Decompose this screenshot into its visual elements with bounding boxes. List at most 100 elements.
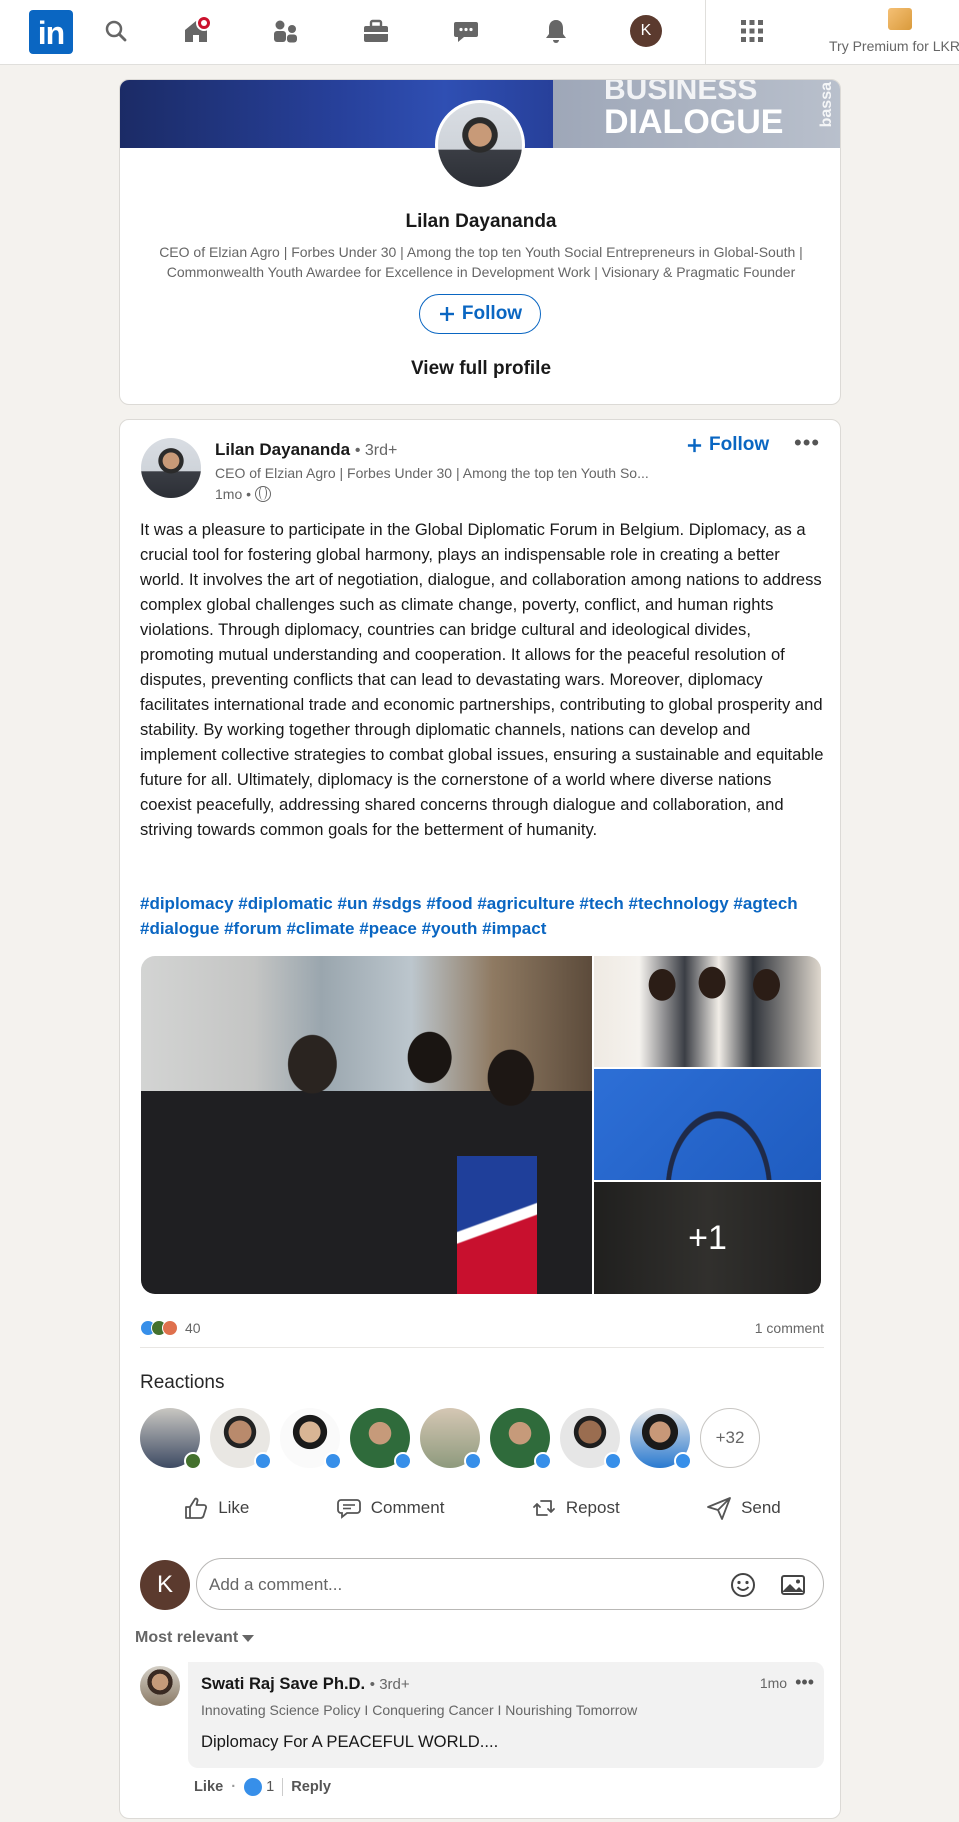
author-headline: CEO of Elzian Agro | Forbes Under 30 | A… <box>215 465 649 481</box>
notification-badge <box>196 15 212 31</box>
profile-follow-button[interactable]: Follow <box>419 294 541 334</box>
jobs-icon[interactable] <box>359 14 393 48</box>
author-avatar[interactable] <box>141 438 201 498</box>
commenter-avatar[interactable] <box>140 1666 180 1706</box>
hashtag-link[interactable]: #impact <box>482 919 546 938</box>
hashtag-link[interactable]: #peace <box>359 919 417 938</box>
like-badge-icon <box>254 1452 272 1470</box>
comment-box[interactable] <box>196 1558 824 1610</box>
post-image-main[interactable] <box>141 956 592 1294</box>
messaging-icon[interactable] <box>449 14 483 48</box>
comment-more-icon[interactable]: ••• <box>795 1672 814 1693</box>
profile-avatar[interactable] <box>435 100 525 190</box>
profile-headline: CEO of Elzian Agro | Forbes Under 30 | A… <box>159 244 803 280</box>
celebrate-badge-icon <box>184 1452 202 1470</box>
plus-icon <box>439 307 454 321</box>
comment-like-button[interactable]: Like <box>194 1779 223 1795</box>
profile-name[interactable]: Lilan Dayananda <box>120 211 840 233</box>
hashtag-list: #diplomacy #diplomatic #un #sdgs #food #… <box>140 891 824 941</box>
hashtag-link[interactable]: #food <box>426 894 472 913</box>
post-actions: Like Comment Repost Send <box>140 1483 824 1533</box>
premium-icon[interactable] <box>888 8 912 30</box>
hashtag-link[interactable]: #dialogue <box>140 919 219 938</box>
connection-degree: • 3rd+ <box>354 442 398 459</box>
comment-timestamp: 1mo <box>759 1674 788 1691</box>
thumbs-up-icon <box>185 1497 208 1519</box>
flag-graphic <box>457 1156 537 1294</box>
reactor-avatar[interactable] <box>420 1408 482 1470</box>
reactor-avatar[interactable] <box>560 1408 622 1470</box>
comment-button[interactable]: Comment <box>336 1495 444 1521</box>
hashtag-link[interactable]: #diplomatic <box>238 894 332 913</box>
love-reaction-icon <box>162 1320 178 1336</box>
author-name[interactable]: Lilan Dayananda • 3rd+ <box>215 440 397 460</box>
reactions-title: Reactions <box>140 1372 225 1393</box>
comment-item: Swati Raj Save Ph.D. • 3rd+ Innovating S… <box>188 1662 824 1768</box>
comment-sort-dropdown[interactable]: Most relevant <box>135 1629 255 1647</box>
comment-count[interactable]: 1 comment <box>755 1320 824 1336</box>
hashtag-link[interactable]: #agriculture <box>477 894 574 913</box>
hashtag-link[interactable]: #agtech <box>733 894 797 913</box>
post-image-thumbnail[interactable] <box>594 1069 821 1180</box>
comment-author-headline: Innovating Science Policy I Conquering C… <box>201 1702 638 1718</box>
post-card: Lilan Dayananda • 3rd+ CEO of Elzian Agr… <box>119 419 841 1819</box>
reaction-summary[interactable]: 40 <box>140 1320 201 1336</box>
send-button[interactable]: Send <box>706 1495 781 1521</box>
reactor-avatar[interactable] <box>490 1408 552 1470</box>
reactor-avatar[interactable] <box>210 1408 272 1470</box>
image-gallery: +1 <box>141 956 821 1294</box>
reactor-avatar[interactable] <box>280 1408 342 1470</box>
more-options-icon[interactable]: ••• <box>794 432 820 454</box>
like-button[interactable]: Like <box>183 1495 249 1521</box>
me-avatar[interactable]: K <box>629 14 663 48</box>
comment-actions: Like · 1 Reply <box>188 1778 331 1796</box>
comment-input[interactable] <box>209 1571 709 1599</box>
hashtag-link[interactable]: #sdgs <box>372 894 421 913</box>
reactor-avatar[interactable] <box>140 1408 202 1470</box>
separator <box>282 1778 284 1796</box>
like-badge-icon <box>394 1452 412 1470</box>
chevron-down-icon <box>242 1634 255 1642</box>
emoji-icon[interactable] <box>729 1571 757 1599</box>
premium-link[interactable]: Try Premium for LKR0 <box>829 38 959 54</box>
hashtag-link[interactable]: #technology <box>629 894 729 913</box>
comment-composer: K <box>140 1558 824 1610</box>
current-user-avatar[interactable]: K <box>140 1560 190 1610</box>
notifications-icon[interactable] <box>539 14 573 48</box>
linkedin-logo[interactable]: in <box>29 10 73 54</box>
more-images-overlay[interactable]: +1 <box>594 1182 821 1294</box>
post-image-thumbnail[interactable] <box>594 956 821 1067</box>
comment-like-count[interactable]: 1 <box>244 1778 274 1796</box>
hashtag-link[interactable]: #tech <box>579 894 623 913</box>
reactor-list: +32 <box>140 1408 760 1470</box>
reactor-avatar[interactable] <box>350 1408 412 1470</box>
banner-text: BUSINESS DIALOGUE <box>604 79 784 141</box>
hashtag-link[interactable]: #un <box>337 894 367 913</box>
comment-reply-button[interactable]: Reply <box>291 1779 331 1795</box>
post-body: It was a pleasure to participate in the … <box>140 520 824 839</box>
hashtag-link[interactable]: #diplomacy <box>140 894 234 913</box>
reaction-count: 40 <box>185 1320 201 1336</box>
post-follow-button[interactable]: Follow <box>686 434 769 456</box>
like-reaction-icon <box>244 1778 263 1796</box>
image-icon[interactable] <box>779 1571 807 1599</box>
reactor-avatar[interactable] <box>630 1408 692 1470</box>
repost-icon <box>532 1500 555 1516</box>
more-reactors-button[interactable]: +32 <box>700 1408 760 1468</box>
view-full-profile-link[interactable]: View full profile <box>120 358 840 380</box>
hashtag-link[interactable]: #forum <box>224 919 282 938</box>
divider <box>140 1347 824 1348</box>
comment-meta: 1mo ••• <box>760 1672 814 1693</box>
my-network-icon[interactable] <box>269 14 303 48</box>
home-icon[interactable] <box>179 14 213 48</box>
search-icon[interactable] <box>99 14 133 48</box>
hashtag-link[interactable]: #climate <box>286 919 354 938</box>
like-badge-icon <box>324 1452 342 1470</box>
repost-button[interactable]: Repost <box>531 1495 620 1521</box>
like-badge-icon <box>674 1452 692 1470</box>
apps-grid-icon[interactable] <box>735 14 769 48</box>
hashtag-link[interactable]: #youth <box>422 919 478 938</box>
post-timestamp: 1mo • <box>215 486 272 502</box>
send-icon <box>707 1497 731 1520</box>
comment-author[interactable]: Swati Raj Save Ph.D. • 3rd+ <box>201 1674 410 1694</box>
